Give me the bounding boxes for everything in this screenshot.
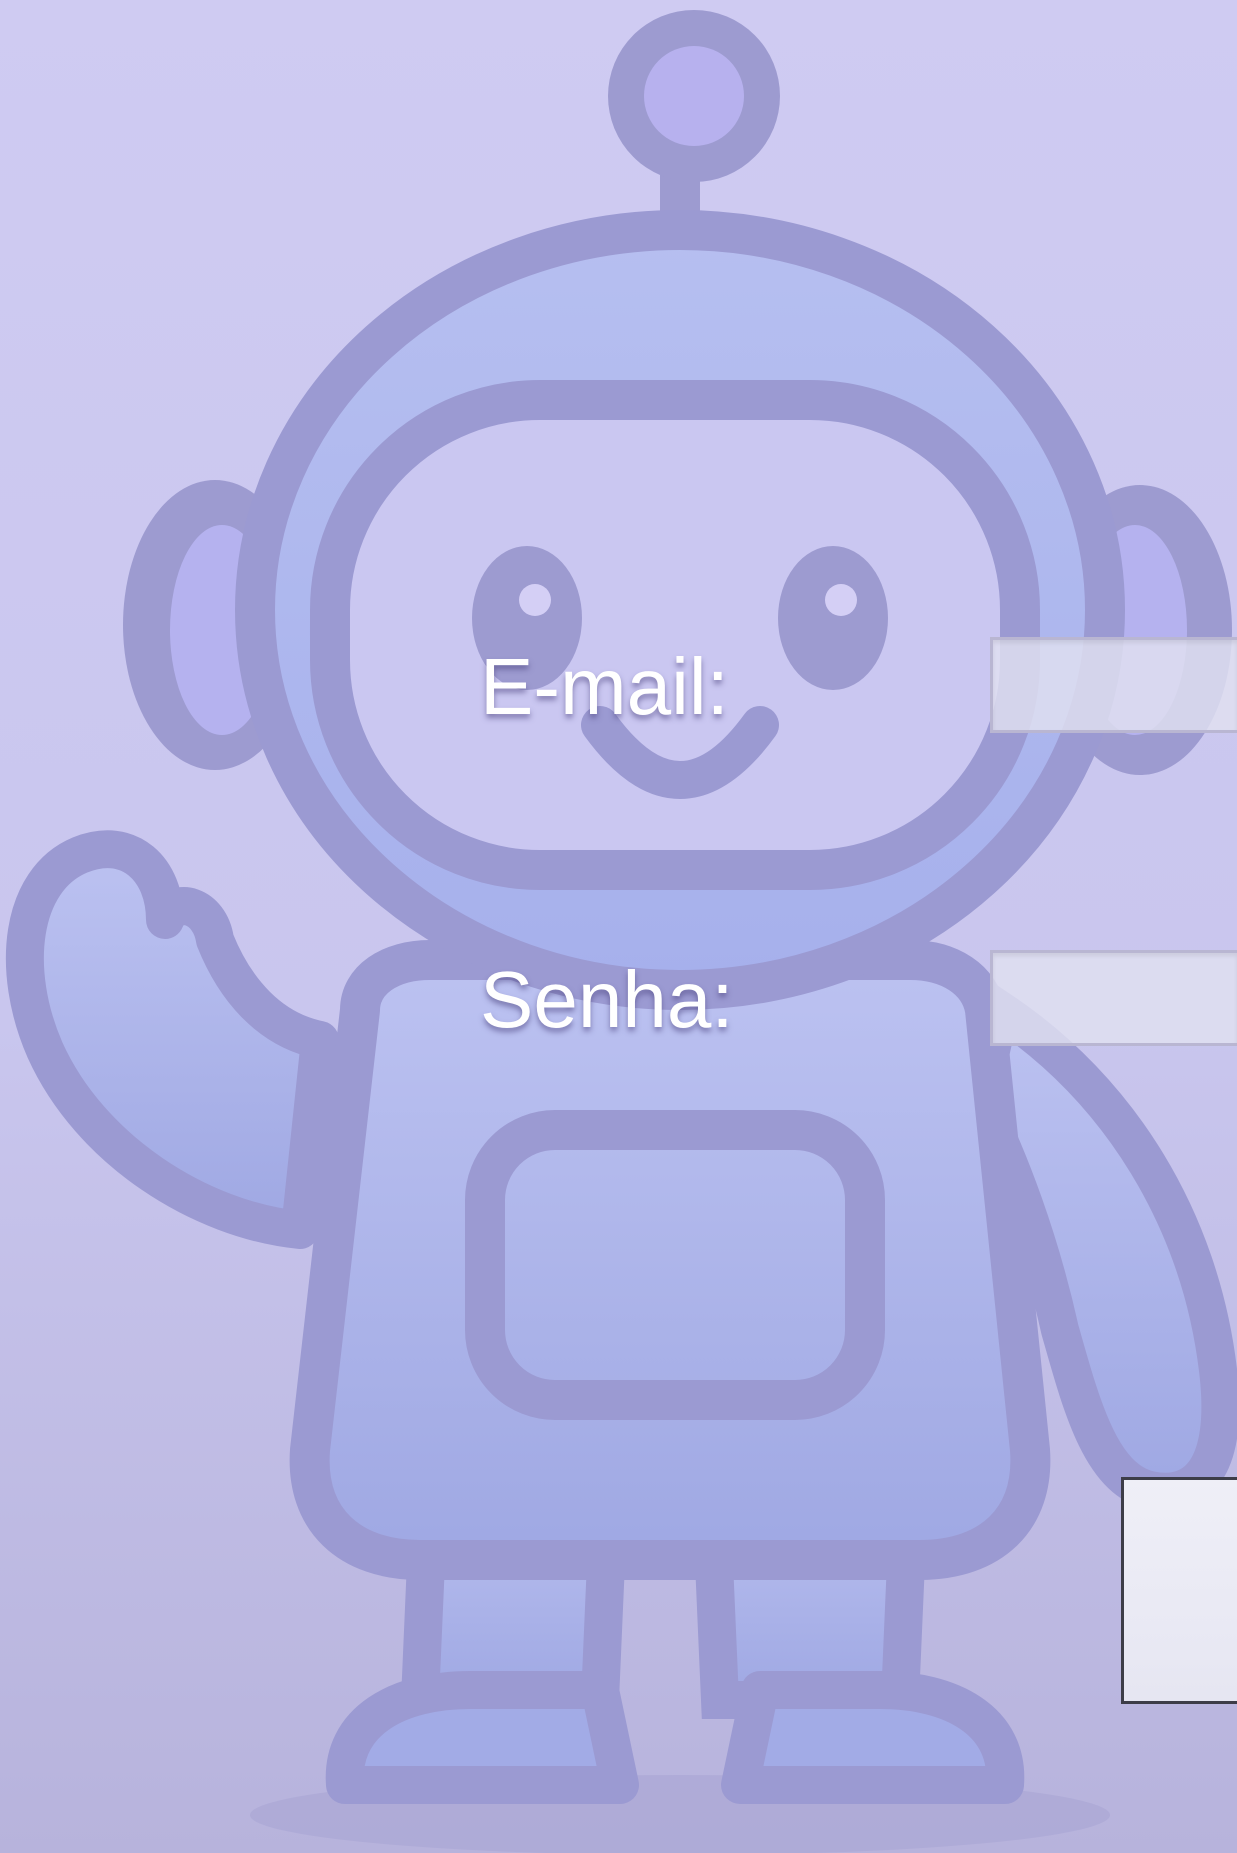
email-label: E-mail:	[480, 642, 729, 731]
password-label: Senha:	[480, 955, 734, 1044]
robot-mascot-illustration	[5, 10, 1237, 1853]
email-field[interactable]	[990, 637, 1237, 733]
robot-visor	[310, 380, 1040, 890]
submit-button[interactable]	[1121, 1477, 1237, 1704]
password-field[interactable]	[990, 950, 1237, 1046]
robot-body	[289, 940, 1051, 1580]
